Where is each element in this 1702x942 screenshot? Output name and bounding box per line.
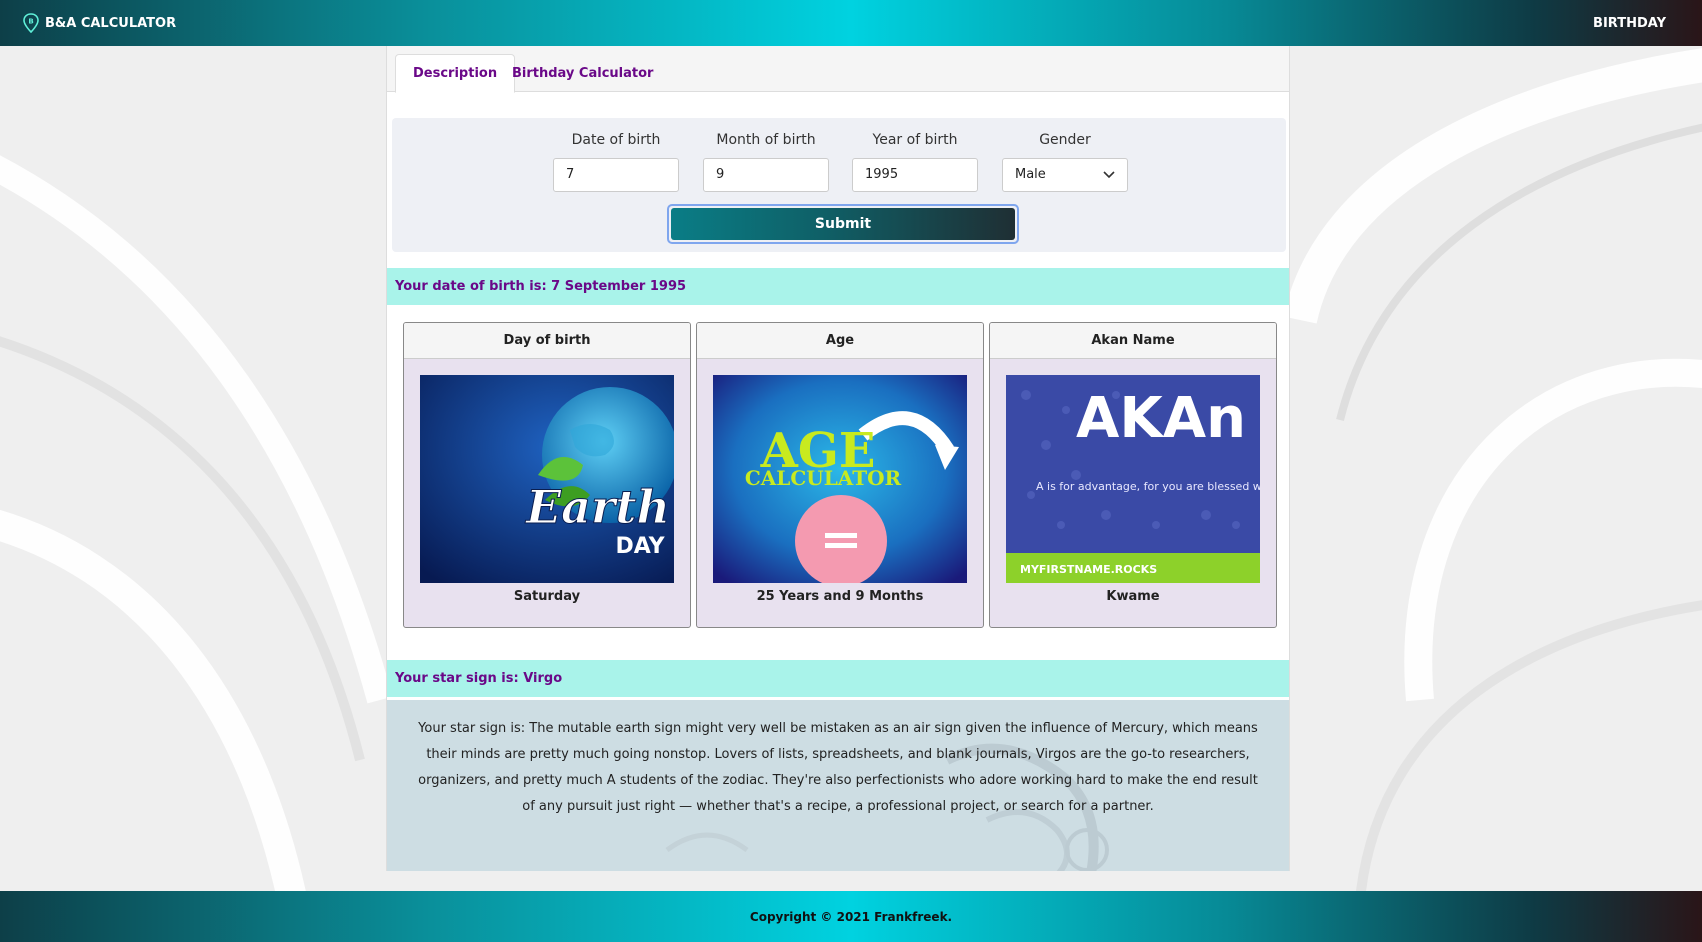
card-title: Akan Name (990, 323, 1276, 359)
card-day-of-birth: Day of birth Earth DAY Saturday (403, 322, 691, 628)
earth-day-image: Earth DAY (420, 375, 674, 583)
copyright-text: Copyright © 2021 Frankfreek. (749, 909, 953, 924)
age-value: 25 Years and 9 Months (756, 589, 924, 604)
main-card: Description Birthday Calculator Date of … (386, 46, 1290, 871)
card-title: Day of birth (404, 323, 690, 359)
akan-image-caption: A is for advantage, for you are blessed … (1036, 480, 1260, 493)
submit-focus-ring: Submit (667, 204, 1019, 244)
svg-text:B: B (28, 18, 33, 26)
tab-bar: Description Birthday Calculator (387, 46, 1289, 93)
card-akan-name: Akan Name AKAn A is for advantage, for y… (989, 322, 1277, 628)
date-input[interactable]: 7 (553, 158, 679, 192)
akan-image-site: MYFIRSTNAME.ROCKS (1020, 563, 1157, 576)
day-of-birth-value: Saturday (513, 589, 581, 604)
date-field: Date of birth 7 (553, 130, 679, 192)
star-sign-description: Your star sign is: The mutable earth sig… (387, 700, 1289, 871)
gender-select[interactable]: Male (1002, 158, 1128, 192)
description-text: Your star sign is: The mutable earth sig… (418, 721, 1258, 814)
star-sign-bar: Your star sign is: Virgo (387, 660, 1289, 697)
year-input[interactable]: 1995 (852, 158, 978, 192)
dob-result-bar: Your date of birth is: 7 September 1995 (387, 268, 1289, 305)
navbar: B B&A CALCULATOR BIRTHDAY (0, 0, 1702, 46)
age-calculator-image: AGE CALCULATOR (713, 375, 967, 583)
footer: Copyright © 2021 Frankfreek. (0, 891, 1702, 942)
earth-day-title: Earth (524, 480, 670, 534)
earth-day-subtitle: DAY (615, 534, 665, 559)
nav-link-birthday[interactable]: BIRTHDAY (1593, 16, 1666, 31)
month-field: Month of birth 9 (703, 130, 829, 192)
submit-button[interactable]: Submit (671, 208, 1015, 240)
akan-image-title: AKAn (1076, 386, 1246, 451)
card-age: Age AGE CALCULATOR 25 Years and 9 Months (696, 322, 984, 628)
age-image-subtitle: CALCULATOR (745, 466, 902, 490)
month-label: Month of birth (716, 132, 816, 148)
gender-field: Gender Male (1002, 130, 1128, 192)
gender-label: Gender (1039, 132, 1091, 148)
chevron-down-icon (1103, 171, 1115, 179)
map-pin-b-icon: B (23, 13, 39, 33)
card-title: Age (697, 323, 983, 359)
gender-selected-value: Male (1015, 167, 1046, 182)
tab-birthday-calculator[interactable]: Birthday Calculator (495, 54, 670, 92)
brand-link[interactable]: B B&A CALCULATOR (22, 13, 176, 33)
brand-name: B&A CALCULATOR (45, 15, 177, 31)
year-field: Year of birth 1995 (852, 130, 978, 192)
year-label: Year of birth (872, 132, 958, 148)
result-cards: Day of birth Earth DAY Saturday Age AGE … (403, 322, 1277, 628)
month-input[interactable]: 9 (703, 158, 829, 192)
birth-form: Date of birth 7 Month of birth 9 Year of… (392, 118, 1286, 252)
date-label: Date of birth (571, 132, 661, 148)
akan-name-value: Kwame (1106, 589, 1160, 604)
akan-image: AKAn A is for advantage, for you are ble… (1006, 375, 1260, 583)
